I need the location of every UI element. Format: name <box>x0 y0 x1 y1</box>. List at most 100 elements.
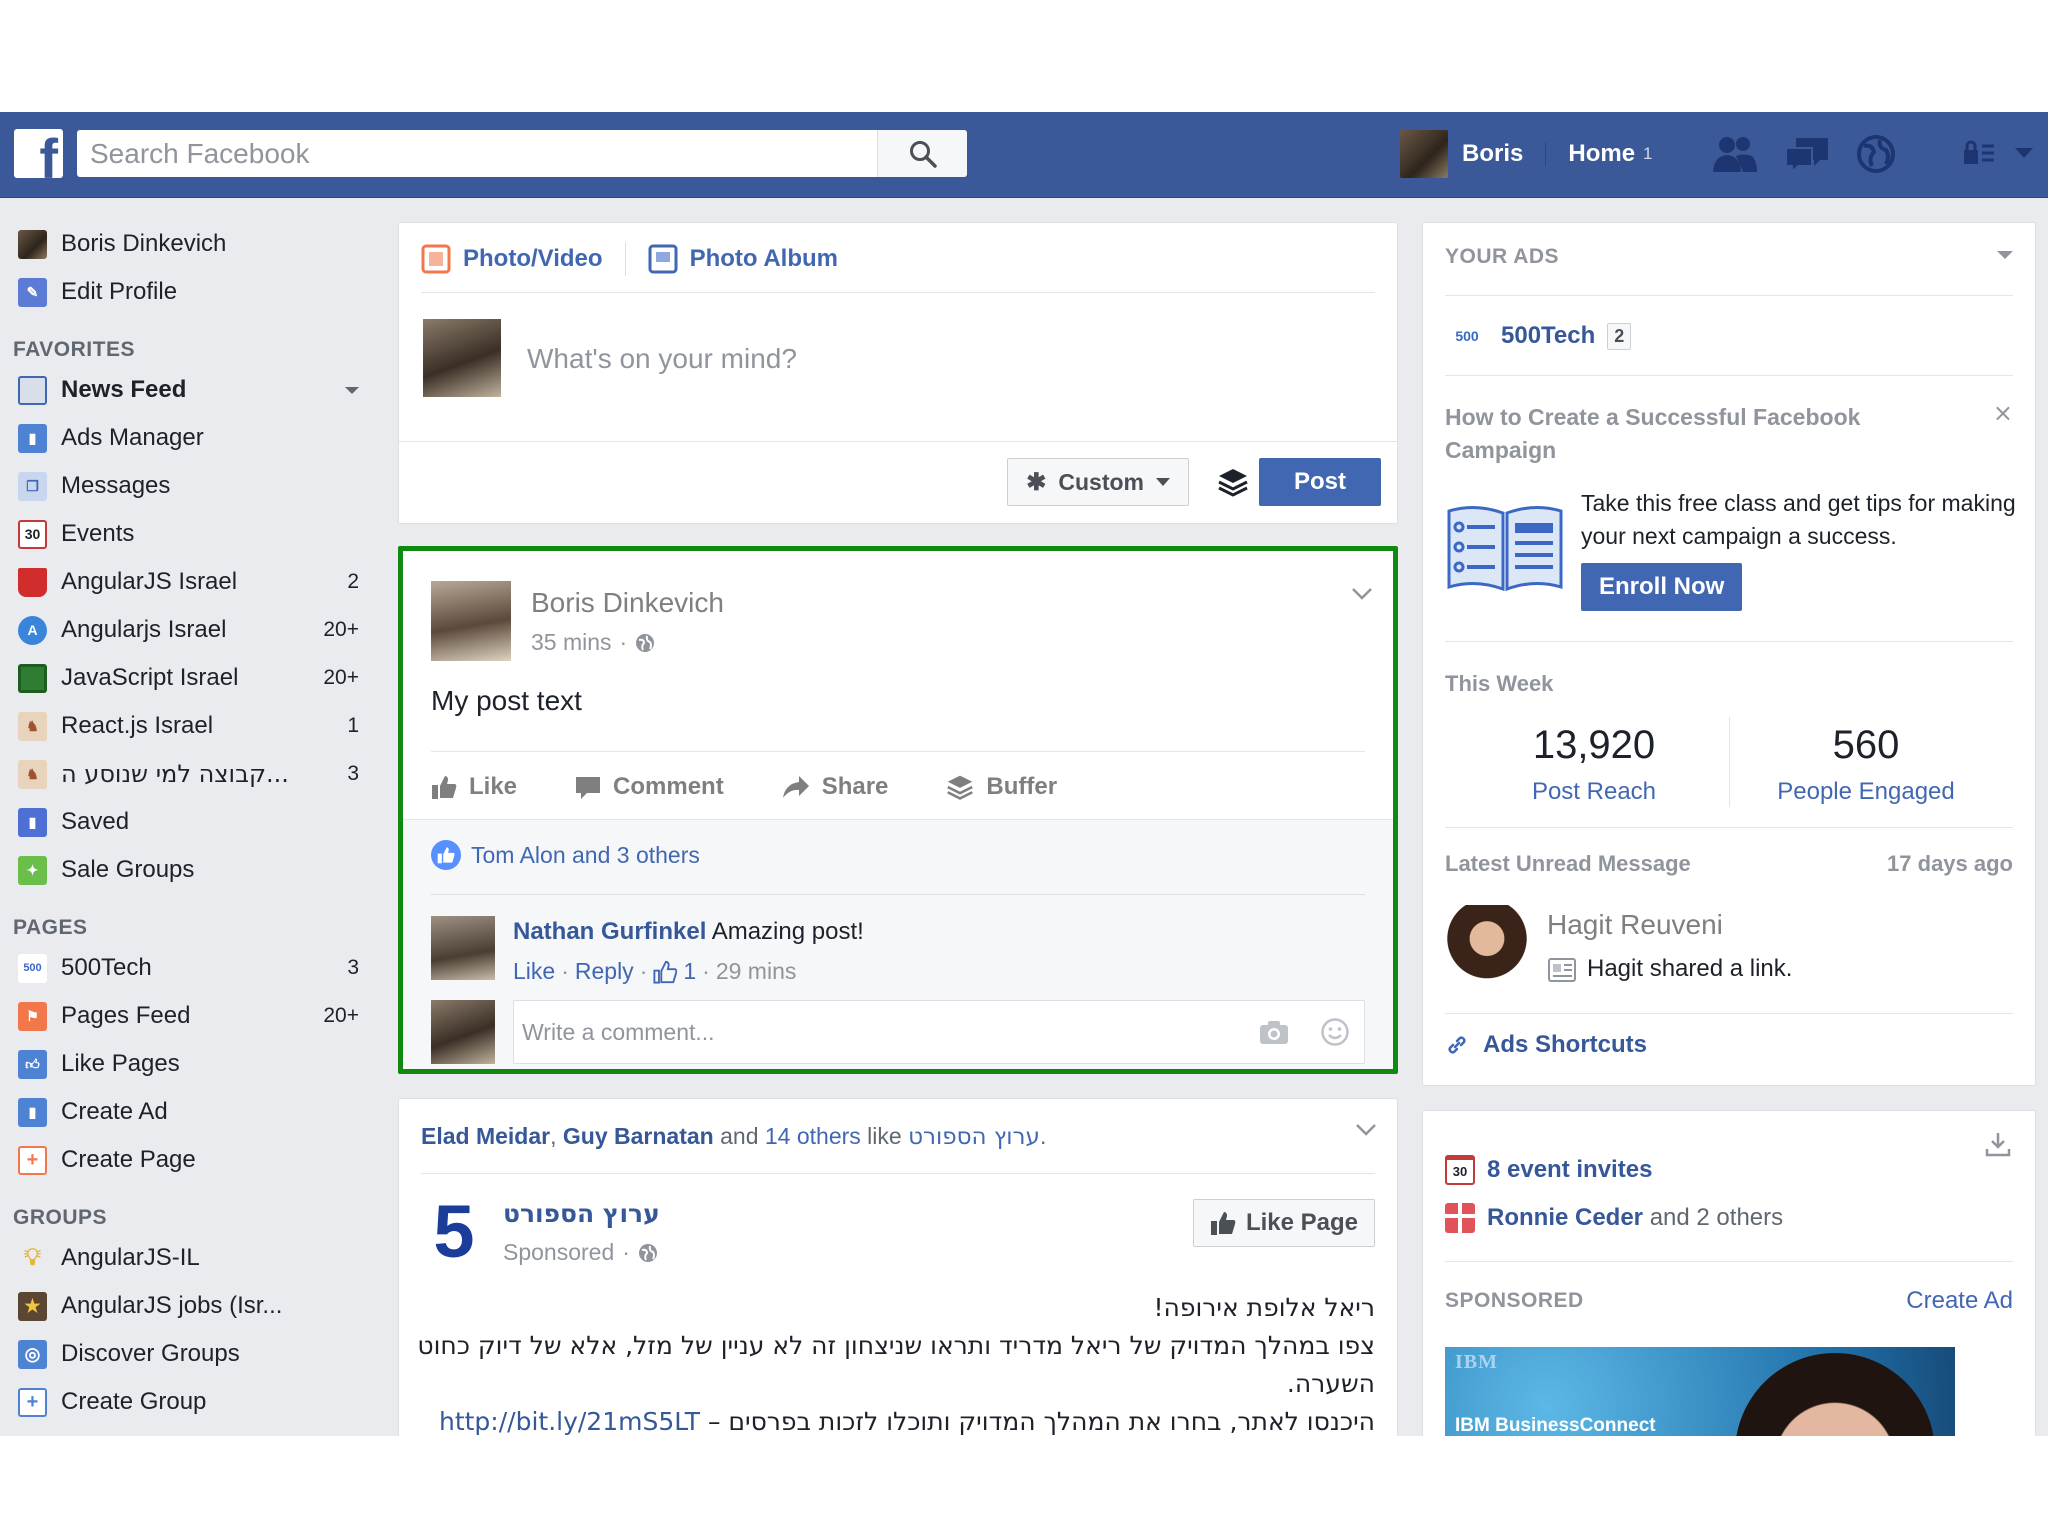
post-meta: 35 mins · <box>531 629 655 656</box>
avatar[interactable] <box>431 581 511 661</box>
share-arrow-icon <box>782 776 809 798</box>
enroll-now-button[interactable]: Enroll Now <box>1581 563 1743 611</box>
comment-author[interactable]: Nathan Gurfinkel <box>513 918 706 945</box>
comment-button[interactable]: Comment <box>575 773 724 801</box>
page-link[interactable]: ערוץ הספורט <box>908 1124 1040 1150</box>
page-name[interactable]: ערוץ הספורט <box>503 1199 660 1228</box>
message-age: 17 days ago <box>1887 851 2013 876</box>
notification-badge: 2 <box>1607 322 1632 350</box>
sidebar-item-edit-profile[interactable]: ✎ Edit Profile <box>0 268 375 316</box>
sidebar-item-group[interactable]: JavaScript Israel 20+ <box>0 654 375 702</box>
post-options-chevron-icon[interactable] <box>1351 587 1373 601</box>
sidebar-item-sale-groups[interactable]: ✦ Sale Groups <box>0 846 375 894</box>
close-icon[interactable]: × <box>1993 399 2013 427</box>
search-input[interactable] <box>77 130 877 177</box>
sidebar-item-group[interactable]: A Angularjs Israel 20+ <box>0 606 375 654</box>
friend-requests-icon[interactable] <box>1712 134 1758 174</box>
post-time[interactable]: 35 mins <box>531 629 612 656</box>
home-link[interactable]: Home 1 <box>1568 140 1652 168</box>
comment-reply-link[interactable]: Reply <box>575 958 634 985</box>
privacy-shortcuts-icon[interactable] <box>1962 140 1996 166</box>
post-button[interactable]: Post <box>1259 458 1381 506</box>
sidebar-item-group[interactable]: ★ AngularJS jobs (Isr... <box>0 1282 375 1330</box>
like-button[interactable]: Like <box>431 773 517 801</box>
emoji-icon[interactable] <box>1320 1017 1350 1047</box>
others-link[interactable]: 14 others <box>765 1123 861 1149</box>
likes-summary[interactable]: Tom Alon and 3 others <box>431 840 700 870</box>
account-menu-caret-icon[interactable] <box>2014 146 2034 160</box>
messages-icon[interactable] <box>1784 134 1830 174</box>
create-ad-link[interactable]: Create Ad <box>1906 1287 2013 1315</box>
tab-photo-album[interactable]: Photo Album <box>648 244 838 274</box>
sidebar-item-group[interactable]: 💡︎ AngularJS-IL <box>0 1234 375 1282</box>
calendar-icon: 30 <box>18 519 47 549</box>
profile-shortcut[interactable]: Boris Home 1 <box>1400 129 1653 179</box>
comment-like-count[interactable]: 1 <box>683 958 696 985</box>
managed-page-link[interactable]: 500 500Tech 2 <box>1445 321 1632 351</box>
promo-title[interactable]: How to Create a Successful Facebook Camp… <box>1445 401 1965 467</box>
comment-time[interactable]: 29 mins <box>716 958 797 985</box>
comment-input[interactable] <box>522 1001 1222 1063</box>
divider <box>431 751 1365 752</box>
facebook-logo[interactable]: f <box>14 129 63 178</box>
post-author[interactable]: Boris Dinkevich <box>531 587 724 619</box>
search-button[interactable] <box>877 130 967 177</box>
event-invites-row[interactable]: 30 8 event invites <box>1445 1155 1652 1185</box>
ad-image-text: IBM BusinessConnect <box>1455 1415 1656 1436</box>
ad-link[interactable]: http://bit.ly/21mS5LT <box>439 1407 700 1436</box>
thumbs-up-icon <box>432 776 457 799</box>
sidebar-item-create-ad[interactable]: ▮ Create Ad <box>0 1088 375 1136</box>
sidebar-item-ads-manager[interactable]: ▮ Ads Manager <box>0 414 375 462</box>
sidebar-item-discover-groups[interactable]: ◎ Discover Groups <box>0 1330 375 1378</box>
birthday-row[interactable]: Ronnie Ceder and 2 others <box>1445 1203 1783 1233</box>
sidebar-item-group[interactable]: ♞ קבוצה למי שנוסע ה... 3 <box>0 750 375 798</box>
globe-icon[interactable] <box>638 1243 658 1263</box>
tab-photo-video[interactable]: Photo/Video <box>421 244 603 274</box>
ibm-ad-image[interactable]: IBM IBM BusinessConnect <box>1445 1347 1955 1436</box>
friend-link[interactable]: Elad Meidar <box>421 1123 550 1149</box>
globe-icon[interactable] <box>635 633 655 653</box>
status-input[interactable]: What's on your mind? <box>527 343 797 375</box>
message-sender[interactable]: Hagit Reuveni <box>1547 909 1723 941</box>
sidebar-item-news-feed[interactable]: News Feed <box>0 366 375 414</box>
sidebar-item-create-group[interactable]: + Create Group <box>0 1378 375 1426</box>
post-options-chevron-icon[interactable] <box>1355 1123 1377 1137</box>
like-page-button[interactable]: Like Page <box>1192 1199 1375 1247</box>
sponsored-label[interactable]: Sponsored <box>503 1239 614 1266</box>
bar-chart-icon: ▮ <box>18 423 47 453</box>
sport5-logo[interactable]: 5 <box>421 1195 487 1269</box>
share-button[interactable]: Share <box>782 773 888 801</box>
buffer-button[interactable] <box>1213 462 1253 502</box>
chevron-down-icon[interactable] <box>345 387 359 394</box>
sidebar-item-saved[interactable]: ▮ Saved <box>0 798 375 846</box>
post-reach-stat[interactable]: 13,920 Post Reach <box>1459 723 1729 806</box>
notifications-globe-icon[interactable] <box>1856 134 1896 174</box>
sidebar-item-pages-feed[interactable]: ⚑ Pages Feed 20+ <box>0 992 375 1040</box>
sidebar-item-profile[interactable]: Boris Dinkevich <box>0 220 375 268</box>
events-and-sponsored-panel: 30 8 event invites Ronnie Ceder and 2 ot… <box>1422 1110 2036 1436</box>
separator-dot: · <box>561 958 569 984</box>
favorites-heading: FAVORITES <box>13 338 135 361</box>
privacy-selector-button[interactable]: ✱ Custom <box>1007 458 1189 506</box>
sidebar-item-like-pages[interactable]: 👍︎ Like Pages <box>0 1040 375 1088</box>
sidebar-item-events[interactable]: 30 Events <box>0 510 375 558</box>
camera-icon[interactable] <box>1258 1017 1290 1047</box>
avatar[interactable] <box>1445 905 1529 989</box>
people-engaged-stat[interactable]: 560 People Engaged <box>1731 723 2001 806</box>
chevron-down-icon[interactable] <box>1997 251 2013 259</box>
ads-shortcuts-link[interactable]: Ads Shortcuts <box>1445 1031 1647 1059</box>
likes-text: Tom Alon and 3 others <box>471 841 700 868</box>
sidebar-item-group[interactable]: AngularJS Israel 2 <box>0 558 375 606</box>
avatar[interactable] <box>431 916 495 980</box>
search-bar <box>77 130 967 177</box>
comment-like-link[interactable]: Like <box>513 958 555 985</box>
download-icon[interactable] <box>1985 1131 2011 1157</box>
buffer-action-button[interactable]: Buffer <box>946 773 1057 801</box>
sidebar-item-create-page[interactable]: + Create Page <box>0 1136 375 1184</box>
sidebar-item-group[interactable]: ♞ React.js Israel 1 <box>0 702 375 750</box>
friend-link[interactable]: Guy Barnatan <box>563 1123 714 1149</box>
social-context: Elad Meidar, Guy Barnatan and 14 others … <box>421 1123 1047 1150</box>
sidebar-item-messages[interactable]: ❐ Messages <box>0 462 375 510</box>
sidebar-item-page[interactable]: 500 500Tech 3 <box>0 944 375 992</box>
message-preview[interactable]: Hagit shared a link. <box>1547 955 1792 983</box>
